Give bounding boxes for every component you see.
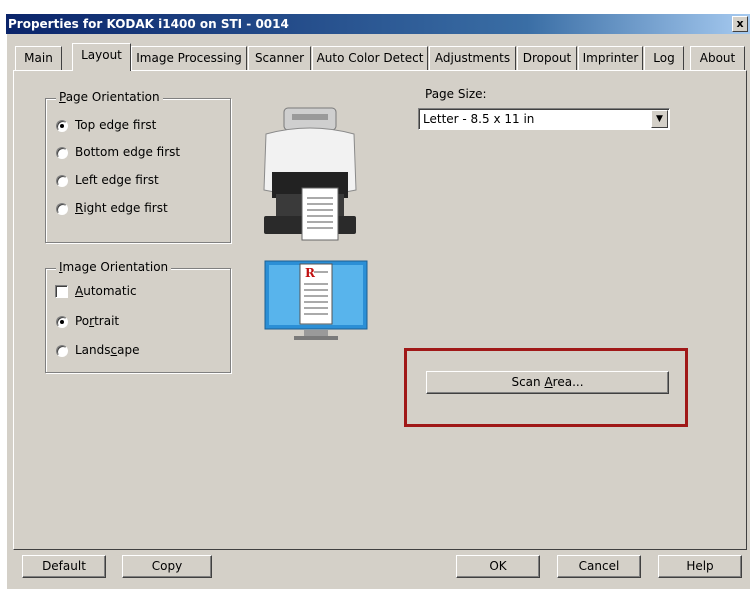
radio-left-edge-first[interactable] — [56, 175, 68, 187]
page-size-value: Letter - 8.5 x 11 in — [423, 112, 535, 126]
radio-right-edge-first[interactable] — [56, 203, 68, 215]
highlight-box — [404, 348, 688, 427]
radio-landscape[interactable] — [56, 345, 68, 357]
label-right-edge-first[interactable]: Right edge first — [75, 201, 168, 215]
page-orientation-title: Page Orientation — [56, 90, 163, 104]
label-bottom-edge-first[interactable]: Bottom edge first — [75, 145, 180, 159]
tab-adjustments[interactable]: Adjustments — [429, 46, 516, 70]
monitor-document-icon: R — [264, 260, 368, 340]
doc-letter: R — [305, 266, 316, 280]
label-automatic[interactable]: Automatic — [75, 284, 137, 298]
tab-image-processing[interactable]: Image Processing — [131, 46, 247, 70]
copy-button[interactable]: Copy — [122, 555, 212, 578]
label-left-edge-first[interactable]: Left edge first — [75, 173, 159, 187]
default-button[interactable]: Default — [22, 555, 106, 578]
tab-about[interactable]: About — [690, 46, 745, 70]
tab-scanner[interactable]: Scanner — [248, 46, 311, 70]
radio-portrait[interactable] — [56, 316, 68, 328]
page-size-label: Page Size: — [425, 87, 487, 101]
label-top-edge-first[interactable]: Top edge first — [75, 118, 156, 132]
page-size-select[interactable]: Letter - 8.5 x 11 in ▼ — [418, 108, 670, 130]
close-button[interactable]: x — [732, 16, 748, 32]
cancel-button[interactable]: Cancel — [557, 555, 641, 578]
image-orientation-title: Image Orientation — [56, 260, 172, 274]
ok-button[interactable]: OK — [456, 555, 540, 578]
tab-layout[interactable]: Layout — [72, 43, 131, 71]
tab-imprinter[interactable]: Imprinter — [578, 46, 643, 70]
title-bar: Properties for KODAK i1400 on STI - 0014… — [6, 14, 750, 34]
image-orientation-group — [45, 268, 231, 373]
label-landscape[interactable]: Landscape — [75, 343, 139, 357]
tab-dropout[interactable]: Dropout — [517, 46, 577, 70]
chevron-down-icon[interactable]: ▼ — [651, 110, 668, 128]
checkbox-automatic[interactable] — [55, 285, 68, 298]
window-title: Properties for KODAK i1400 on STI - 0014 — [8, 17, 289, 31]
radio-bottom-edge-first[interactable] — [56, 147, 68, 159]
tab-log[interactable]: Log — [644, 46, 684, 70]
radio-top-edge-first[interactable] — [56, 120, 68, 132]
label-portrait[interactable]: Portrait — [75, 314, 119, 328]
help-button[interactable]: Help — [658, 555, 742, 578]
caption-strip — [0, 0, 750, 14]
tab-main[interactable]: Main — [15, 46, 62, 70]
scanner-icon — [263, 107, 357, 241]
tab-auto-color-detect[interactable]: Auto Color Detect — [312, 46, 428, 70]
